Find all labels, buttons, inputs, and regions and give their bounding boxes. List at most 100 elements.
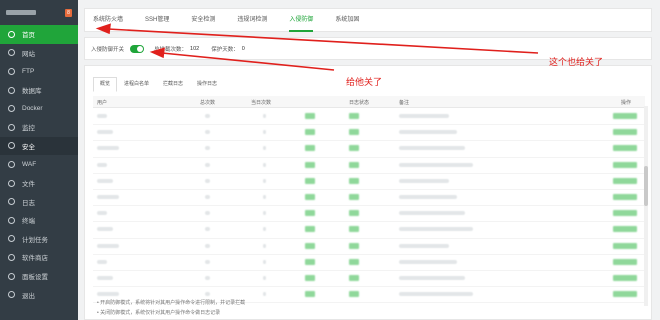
sidebar-item-label: Docker bbox=[22, 105, 43, 113]
table-scrollbar[interactable] bbox=[644, 106, 648, 306]
col-today: 当日次数 bbox=[251, 100, 272, 106]
scrollbar-thumb[interactable] bbox=[644, 166, 648, 206]
subtab-intercept-log[interactable]: 拦截日志 bbox=[156, 77, 190, 92]
blurred-cell bbox=[305, 145, 315, 152]
sidebar-item-label: 数据库 bbox=[22, 88, 42, 96]
blurred-cell bbox=[305, 258, 315, 265]
blurred-cell bbox=[97, 194, 119, 199]
blurred-cell bbox=[263, 114, 266, 118]
note-item: 开启防御模式，系统将针对其用户操作命令进行限制，并记录拦截 bbox=[97, 298, 245, 308]
blurred-cell bbox=[97, 178, 113, 183]
blurred-cell bbox=[613, 193, 637, 200]
sidebar-item-label: 日志 bbox=[22, 199, 35, 207]
blurred-cell bbox=[349, 274, 359, 281]
blurred-cell bbox=[205, 227, 210, 232]
table-header: 用户 总次数 当日次数 日志状态 备注 操作 bbox=[93, 96, 645, 108]
tab-intrusion-defense[interactable]: 入侵防御 bbox=[289, 8, 314, 32]
blurred-cell bbox=[613, 177, 637, 184]
subtab-whitelist[interactable]: 进程白名单 bbox=[117, 77, 156, 92]
blurred-cell bbox=[613, 161, 637, 168]
blurred-cell bbox=[305, 193, 315, 200]
col-action: 操作 bbox=[621, 100, 632, 106]
sub-tabs: 概览 进程白名单 拦截日志 操作日志 bbox=[93, 77, 224, 92]
sidebar-item-store[interactable]: 软件商店 bbox=[0, 248, 78, 267]
sidebar-item-monitor[interactable]: 监控 bbox=[0, 118, 78, 137]
brand-logo bbox=[6, 10, 36, 15]
terminal-icon bbox=[8, 216, 15, 224]
sidebar-item-settings[interactable]: 面板设置 bbox=[0, 267, 78, 286]
blurred-cell bbox=[97, 146, 119, 151]
sidebar-item-cron[interactable]: 计划任务 bbox=[0, 230, 78, 249]
blurred-cell bbox=[349, 113, 359, 119]
sidebar-item-label: 网站 bbox=[22, 50, 35, 58]
table-row bbox=[93, 222, 645, 239]
blurred-cell bbox=[399, 162, 473, 167]
blurred-cell bbox=[613, 291, 637, 298]
store-icon bbox=[8, 253, 15, 261]
main-content: 系统防火墙 SSH管理 安全检测 违规词检测 入侵防御 系统加固 入侵防御开关 … bbox=[78, 0, 660, 320]
blurred-cell bbox=[305, 177, 315, 184]
blurred-cell bbox=[97, 275, 113, 280]
blurred-cell bbox=[205, 130, 210, 135]
tab-ssh[interactable]: SSH管理 bbox=[145, 8, 169, 32]
notes: 开启防御模式，系统将针对其用户操作命令进行限制，并记录拦截 关闭防御模式，系统仅… bbox=[97, 298, 245, 318]
note-item: 关闭防御模式，系统仅针对其用户操作命令做日志记录 bbox=[97, 308, 245, 318]
blurred-cell bbox=[97, 162, 107, 167]
blurred-cell bbox=[305, 161, 315, 168]
sidebar-item-website[interactable]: 网站 bbox=[0, 44, 78, 63]
blurred-cell bbox=[205, 211, 210, 216]
blurred-cell bbox=[399, 227, 473, 232]
tab-firewall[interactable]: 系统防火墙 bbox=[93, 8, 123, 32]
sidebar-item-logs[interactable]: 日志 bbox=[0, 192, 78, 211]
table-body bbox=[93, 109, 645, 304]
sidebar-item-database[interactable]: 数据库 bbox=[0, 81, 78, 100]
table-row bbox=[93, 190, 645, 207]
ftp-icon bbox=[8, 67, 15, 75]
table-row bbox=[93, 125, 645, 142]
clock-icon bbox=[8, 235, 15, 243]
blurred-cell bbox=[399, 194, 457, 199]
tab-word-check[interactable]: 违规词检测 bbox=[237, 8, 267, 32]
blurred-cell bbox=[399, 146, 465, 151]
sidebar-item-home[interactable]: 首页 bbox=[0, 25, 78, 44]
annotation-text-top: 这个也给关了 bbox=[549, 58, 604, 68]
blurred-cell bbox=[305, 226, 315, 233]
blurred-cell bbox=[399, 243, 449, 248]
notification-badge-icon[interactable]: 8 bbox=[65, 8, 72, 17]
sidebar-item-logout[interactable]: 退出 bbox=[0, 285, 78, 304]
tab-security-check[interactable]: 安全检测 bbox=[191, 8, 215, 32]
blurred-cell bbox=[205, 292, 210, 297]
sidebar-item-waf[interactable]: WAF bbox=[0, 155, 78, 174]
sidebar-item-terminal[interactable]: 终端 bbox=[0, 211, 78, 230]
blurred-cell bbox=[399, 259, 457, 264]
table-row bbox=[93, 239, 645, 255]
defense-panel: 概览 进程白名单 拦截日志 操作日志 用户 总次数 当日次数 日志状态 备注 操… bbox=[84, 65, 652, 320]
sidebar-item-security[interactable]: 安全 bbox=[0, 136, 78, 156]
sidebar-item-files[interactable]: 文件 bbox=[0, 174, 78, 193]
subtab-overview[interactable]: 概览 bbox=[93, 77, 118, 92]
protect-label: 保护天数： bbox=[211, 46, 239, 53]
monitor-icon bbox=[8, 123, 15, 131]
blurred-cell bbox=[613, 129, 637, 136]
blurred-cell bbox=[305, 274, 315, 281]
subtab-operation-log[interactable]: 操作日志 bbox=[190, 77, 224, 92]
blurred-cell bbox=[205, 146, 210, 151]
logout-icon bbox=[8, 291, 15, 299]
blurred-cell bbox=[399, 211, 465, 216]
table-row bbox=[93, 206, 645, 223]
blurred-cell bbox=[399, 130, 457, 135]
blurred-cell bbox=[613, 226, 637, 233]
intercept-label: 总拦截次数： bbox=[154, 46, 188, 53]
blurred-cell bbox=[613, 210, 637, 217]
brand: 8 bbox=[0, 0, 78, 25]
blurred-cell bbox=[263, 178, 266, 183]
sidebar-item-ftp[interactable]: FTP bbox=[0, 62, 78, 81]
sidebar-item-docker[interactable]: Docker bbox=[0, 99, 78, 118]
blurred-cell bbox=[97, 292, 119, 297]
defense-toggle[interactable] bbox=[130, 44, 145, 53]
blurred-cell bbox=[205, 275, 210, 280]
col-total: 总次数 bbox=[200, 100, 216, 106]
sidebar-item-label: 终端 bbox=[22, 218, 35, 226]
tab-hardening[interactable]: 系统加固 bbox=[335, 8, 359, 32]
defense-switch-label: 入侵防御开关 bbox=[91, 46, 125, 53]
